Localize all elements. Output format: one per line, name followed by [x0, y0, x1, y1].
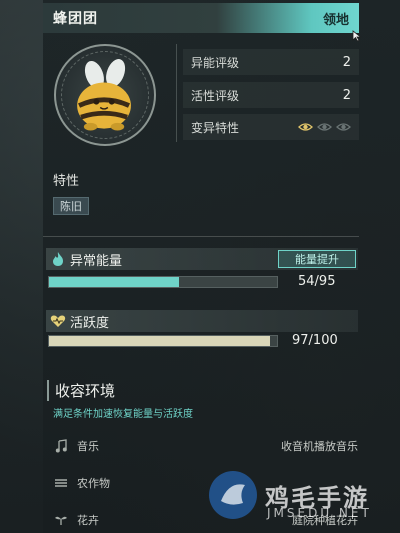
flame-icon — [46, 248, 70, 270]
env-row-music: 音乐 收音机播放音乐 — [53, 436, 358, 456]
eye-icon-active — [298, 123, 313, 131]
activity-bar — [48, 335, 278, 347]
energy-header: 异常能量 能量提升 — [46, 248, 358, 270]
trait-tag[interactable]: 陈旧 — [53, 197, 89, 215]
watermark-logo-icon — [209, 471, 257, 519]
creature-header: 蜂团团 领地 — [43, 3, 359, 33]
containment-title: 收容环境 — [47, 380, 115, 401]
env-row-requirement: 收音机播放音乐 — [281, 440, 358, 453]
ability-rating-label: 异能评级 — [191, 55, 240, 70]
containment-subtitle: 满足条件加速恢复能量与活跃度 — [53, 409, 193, 420]
watermark: 鸡毛手游 JMSEDU.NET — [205, 462, 395, 528]
bee-creature-icon — [77, 59, 131, 131]
mutation-label: 变异特性 — [191, 120, 240, 135]
stats-box: 异能评级 2 活性评级 2 变异特性 — [176, 44, 359, 142]
energy-boost-button[interactable]: 能量提升 — [278, 250, 356, 268]
ability-rating-row: 异能评级 2 — [183, 49, 359, 75]
flower-icon — [53, 513, 69, 527]
creature-avatar — [54, 44, 156, 146]
env-row-label: 花卉 — [77, 514, 99, 527]
activity-label: 活跃度 — [70, 315, 110, 331]
activity-bar-fill — [49, 336, 271, 346]
eye-icon-inactive — [336, 123, 351, 131]
eye-icon-inactive — [317, 123, 332, 131]
activity-rating-row: 活性评级 2 — [183, 82, 359, 108]
energy-value: 54/95 — [298, 274, 336, 289]
music-note-icon — [53, 439, 69, 453]
crops-icon — [53, 476, 69, 490]
mutation-row: 变异特性 — [183, 114, 359, 140]
env-row-label: 农作物 — [77, 477, 110, 490]
activity-rating-value: 2 — [342, 87, 351, 103]
energy-bar — [48, 276, 278, 288]
activity-rating-label: 活性评级 — [191, 88, 240, 103]
activity-header: 活跃度 — [46, 310, 358, 332]
domain-button[interactable]: 领地 — [323, 9, 349, 28]
watermark-sub: JMSEDU.NET — [267, 506, 372, 520]
mouse-cursor-icon — [352, 30, 362, 42]
creature-name: 蜂团团 — [53, 11, 98, 27]
divider — [43, 236, 359, 237]
heart-pulse-icon — [46, 310, 70, 332]
activity-value: 97/100 — [292, 333, 338, 348]
energy-label: 异常能量 — [70, 253, 123, 269]
env-row-label: 音乐 — [77, 440, 99, 453]
energy-bar-fill — [49, 277, 179, 287]
ability-rating-value: 2 — [342, 54, 351, 70]
traits-title: 特性 — [53, 174, 80, 189]
mutation-eyes — [298, 122, 351, 132]
